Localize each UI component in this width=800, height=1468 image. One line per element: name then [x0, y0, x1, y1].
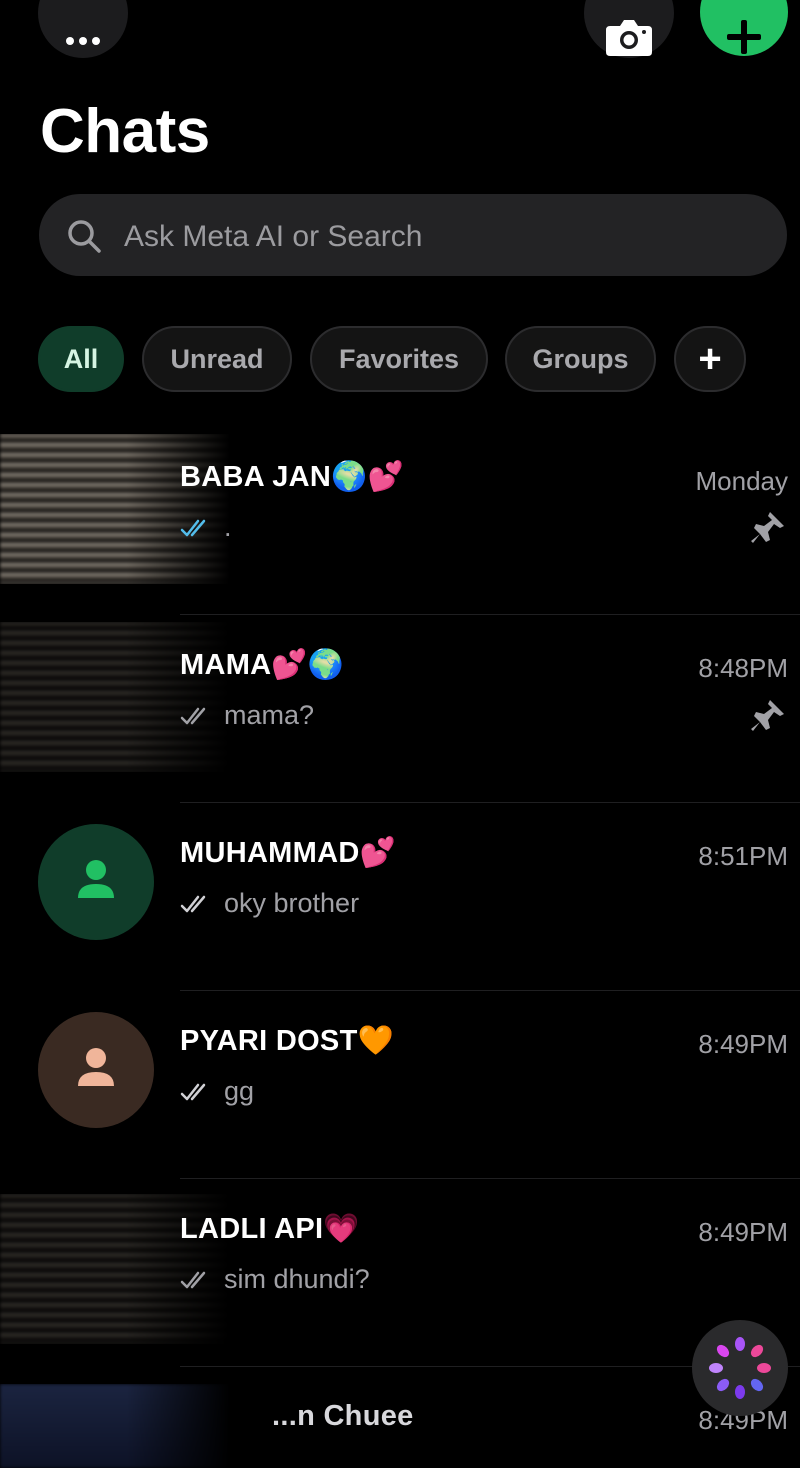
delivered-ticks-icon: [180, 895, 206, 912]
more-options-button[interactable]: [38, 0, 128, 58]
filter-chip-unread[interactable]: Unread: [142, 326, 292, 392]
chat-time: 8:49PM: [698, 1029, 788, 1059]
filter-chip-favorites[interactable]: Favorites: [310, 326, 488, 392]
meta-ai-button[interactable]: [692, 1320, 788, 1416]
more-horizontal-icon: [66, 37, 100, 45]
chat-preview-text: .: [224, 512, 232, 542]
chat-name-emoji: 💕: [359, 837, 397, 869]
row-divider: [180, 1178, 800, 1179]
plus-icon: +: [698, 337, 722, 381]
search-input[interactable]: [124, 216, 744, 258]
person-icon: [78, 1048, 114, 1086]
avatar: [0, 434, 230, 584]
new-chat-button[interactable]: [700, 0, 788, 56]
person-icon: [78, 860, 114, 898]
chat-preview: mama?: [180, 700, 314, 731]
pin-icon: [751, 512, 784, 543]
chip-label: Unread: [170, 343, 264, 374]
chat-preview-text: mama?: [224, 700, 315, 730]
chat-preview: .: [180, 512, 232, 543]
chat-time: 8:48PM: [698, 653, 788, 683]
chip-label: Groups: [532, 343, 629, 374]
chat-name-text: MUHAMMAD: [180, 837, 360, 869]
chat-name-text: PYARI DOST: [180, 1025, 358, 1057]
chip-label: Favorites: [338, 343, 460, 374]
chat-name: BABA JAN🌍💕: [180, 460, 404, 494]
chat-name-text: MAMA: [180, 649, 272, 681]
chat-name-emoji: 🌍💕: [331, 461, 404, 493]
chat-time: 8:51PM: [698, 841, 788, 871]
row-divider: [180, 614, 800, 615]
avatar: [38, 1012, 154, 1128]
delivered-ticks-icon: [180, 707, 206, 724]
camera-button[interactable]: [584, 0, 674, 58]
chat-name-text: BABA JAN: [180, 461, 332, 493]
pin-icon: [751, 700, 784, 731]
plus-icon: [727, 20, 761, 54]
row-divider: [180, 802, 800, 803]
chat-name: MAMA💕🌍: [180, 648, 344, 682]
page-title: Chats: [40, 97, 210, 166]
avatar: [38, 824, 154, 940]
delivered-ticks-icon: [180, 1083, 206, 1100]
row-divider: [180, 990, 800, 991]
chat-name-emoji: 💗: [323, 1213, 360, 1245]
chat-preview: gg: [180, 1076, 254, 1107]
chat-name: PYARI DOST🧡: [180, 1024, 394, 1058]
camera-icon: [606, 20, 652, 56]
read-ticks-icon: [180, 519, 206, 536]
chat-preview-text: oky brother: [224, 888, 360, 918]
search-icon: [68, 220, 101, 253]
avatar: [0, 1384, 230, 1468]
add-filter-button[interactable]: +: [674, 326, 746, 392]
meta-ai-icon: [709, 1337, 771, 1399]
avatar: [0, 622, 230, 772]
chip-label: All: [63, 343, 99, 374]
chat-preview: oky brother: [180, 888, 359, 919]
chat-name: ...n Chuee: [272, 1400, 414, 1432]
chat-name: MUHAMMAD💕: [180, 836, 396, 870]
chat-time: 8:49PM: [698, 1217, 788, 1247]
filter-chip-all[interactable]: All: [38, 326, 124, 392]
filter-chip-groups[interactable]: Groups: [505, 326, 656, 392]
chat-name: LADLI API💗: [180, 1212, 360, 1246]
chat-preview-text: sim dhundi?: [224, 1264, 370, 1294]
chat-name-emoji: 🧡: [357, 1025, 395, 1057]
chat-time: Monday: [695, 466, 789, 496]
delivered-ticks-icon: [180, 1271, 206, 1288]
chat-name-text: LADLI API: [180, 1213, 324, 1245]
chat-preview-text: gg: [224, 1076, 255, 1106]
chat-name-emoji: 💕🌍: [271, 649, 345, 681]
chat-preview: sim dhundi?: [180, 1264, 370, 1295]
